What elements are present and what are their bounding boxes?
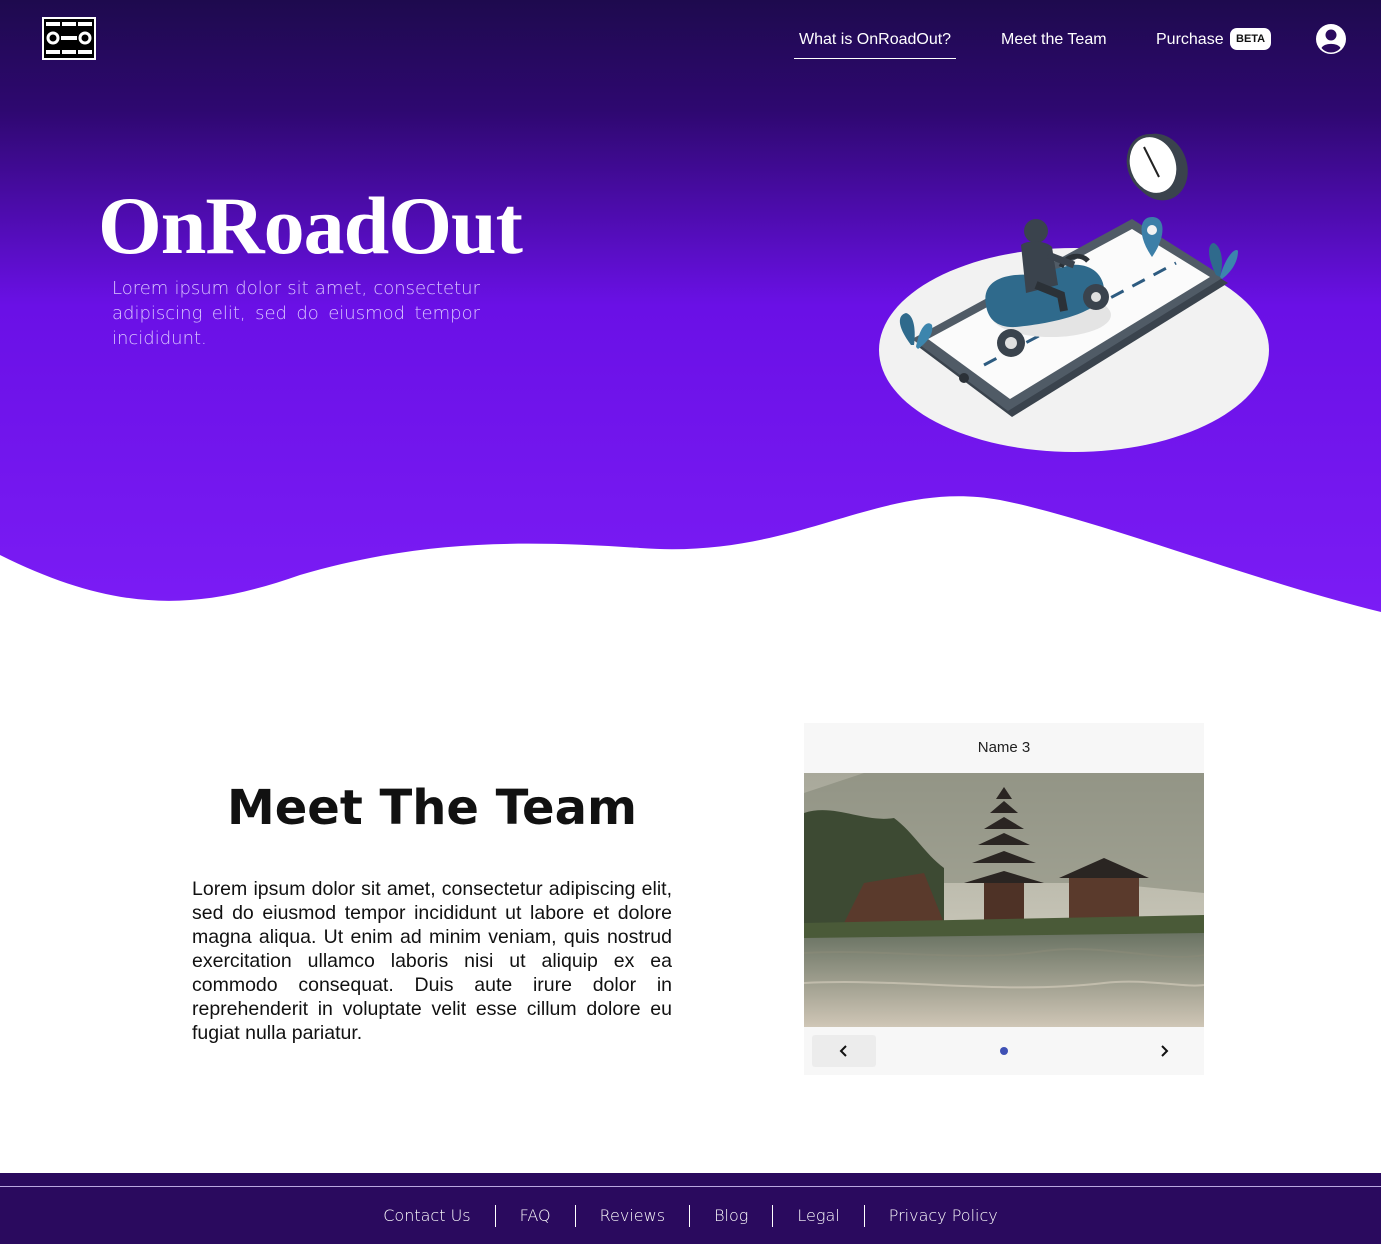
scooter-on-phone-illustration — [879, 133, 1269, 452]
beta-badge: BETA — [1230, 28, 1272, 50]
carousel-prev-button[interactable] — [812, 1035, 876, 1067]
footer-links: Contact Us FAQ Reviews Blog Legal Privac… — [0, 1205, 1381, 1227]
chevron-left-icon — [839, 1045, 847, 1057]
nav-meet-the-team[interactable]: Meet the Team — [1001, 30, 1107, 50]
account-circle-icon[interactable] — [1315, 23, 1347, 55]
hero-section: What is OnRoadOut? Meet the Team Purchas… — [0, 0, 1381, 620]
nav-what-is-onroadout[interactable]: What is OnRoadOut? — [794, 30, 957, 59]
footer-link-reviews[interactable]: Reviews — [576, 1205, 689, 1227]
temple-lake-photo — [804, 773, 1204, 1027]
footer-link-contact-us[interactable]: Contact Us — [359, 1205, 494, 1227]
carousel-member-name: Name 3 — [977, 739, 1031, 756]
footer-divider — [0, 1186, 1381, 1187]
chevron-right-icon — [1161, 1045, 1169, 1057]
nav-purchase[interactable]: Purchase — [1156, 30, 1224, 50]
team-carousel: Name 3 — [804, 723, 1204, 1075]
hero-title: OnRoadOut — [98, 180, 523, 271]
footer: Contact Us FAQ Reviews Blog Legal Privac… — [0, 1173, 1381, 1244]
footer-link-faq[interactable]: FAQ — [496, 1205, 575, 1227]
carousel-next-button[interactable] — [1132, 1035, 1196, 1067]
team-description: Lorem ipsum dolor sit amet, consectetur … — [192, 878, 672, 1044]
footer-link-privacy-policy[interactable]: Privacy Policy — [865, 1205, 1022, 1227]
carousel-indicator-dot[interactable] — [1000, 1047, 1008, 1055]
top-navigation: What is OnRoadOut? Meet the Team Purchas… — [0, 0, 1381, 80]
footer-link-legal[interactable]: Legal — [773, 1205, 863, 1227]
team-section-title: Meet The Team — [226, 780, 638, 836]
hero-subtitle: Lorem ipsum dolor sit amet, consectetur … — [112, 278, 480, 349]
footer-link-blog[interactable]: Blog — [690, 1205, 772, 1227]
